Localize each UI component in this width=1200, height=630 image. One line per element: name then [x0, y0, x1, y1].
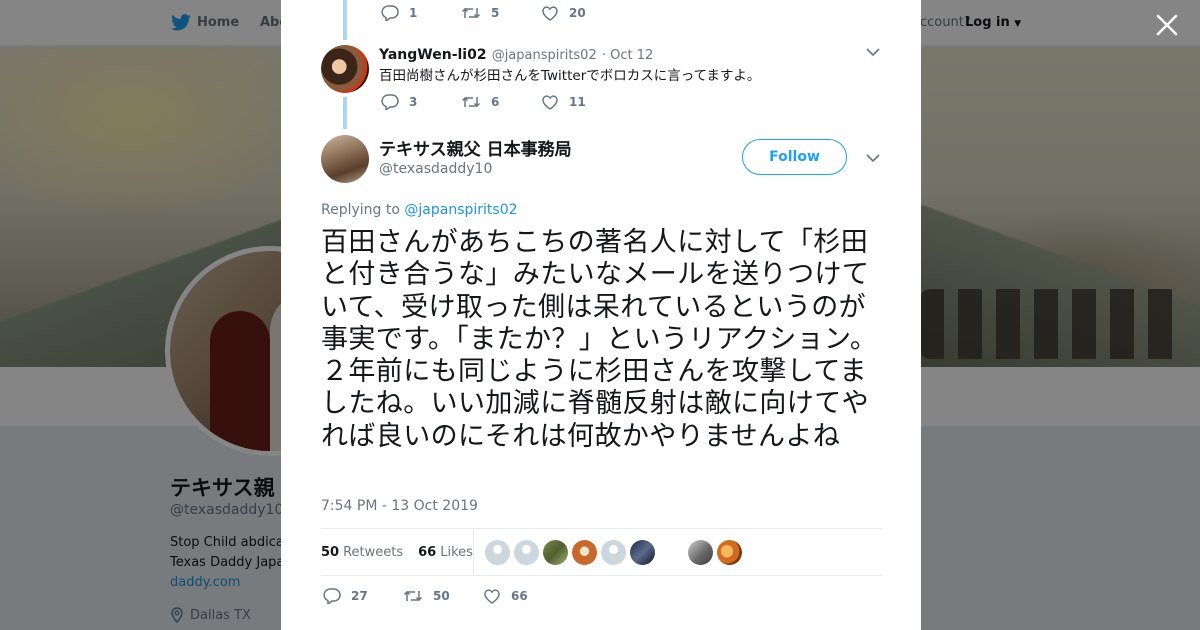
- liker-avatar[interactable]: [688, 540, 713, 565]
- liker-avatar[interactable]: [630, 540, 655, 565]
- retweet-action[interactable]: 50: [403, 588, 483, 604]
- heart-icon: [542, 95, 558, 110]
- like-action[interactable]: 66: [483, 588, 563, 604]
- reply-author-name[interactable]: YangWen-li02: [379, 47, 487, 63]
- reply-author-handle[interactable]: @japanspirits02: [492, 48, 597, 63]
- chevron-down-icon[interactable]: [866, 47, 880, 57]
- retweet-icon: [461, 96, 481, 108]
- divider: [321, 575, 882, 576]
- retweet-count: 50: [433, 589, 450, 603]
- reply-count: 3: [409, 95, 418, 109]
- reply-tweet-header: YangWen-li02 @japanspirits02 · Oct 12: [379, 44, 653, 63]
- reply-icon: [381, 5, 399, 21]
- reply-count: 27: [351, 589, 368, 603]
- retweet-action[interactable]: 6: [461, 94, 541, 110]
- like-count: 11: [569, 95, 586, 109]
- main-author-name[interactable]: テキサス親父 日本事務局: [379, 135, 572, 160]
- reply-tweet-actions: 3 6 11: [381, 94, 621, 110]
- liker-avatar[interactable]: [485, 540, 510, 565]
- chevron-down-icon[interactable]: [866, 153, 880, 163]
- liker-avatar[interactable]: [514, 540, 539, 565]
- tweet-timestamp[interactable]: 7:54 PM - 13 Oct 2019: [321, 498, 478, 514]
- reply-icon: [381, 94, 399, 110]
- likes-total: 66: [418, 544, 437, 560]
- tweet-stats: 50 Retweets 66 Likes: [321, 529, 473, 575]
- main-tweet-actions: 27 50 66: [323, 588, 563, 604]
- main-tweet-text: 百田さんがあちこちの著名人に対して「杉田と付き合うな」みたいなメールを送りつけて…: [321, 227, 878, 452]
- retweet-count: 5: [491, 6, 500, 20]
- thread-connector: [343, 97, 347, 129]
- retweet-action[interactable]: 5: [461, 5, 541, 21]
- prev-tweet-actions: 1 5 20: [381, 5, 621, 21]
- reply-action[interactable]: 27: [323, 588, 403, 604]
- liker-avatar[interactable]: [572, 540, 597, 565]
- replying-to: Replying to @japanspirits02: [321, 202, 518, 218]
- heart-icon: [484, 589, 500, 604]
- likes-stat[interactable]: 66 Likes: [418, 545, 473, 560]
- reply-count: 1: [409, 6, 418, 20]
- likes-label: Likes: [440, 544, 473, 560]
- stats-separator: [473, 529, 474, 575]
- heart-icon: [542, 6, 558, 21]
- close-icon[interactable]: [1154, 12, 1180, 38]
- reply-action[interactable]: 1: [381, 5, 461, 21]
- retweet-count: 6: [491, 95, 500, 109]
- main-author-avatar[interactable]: [321, 135, 369, 183]
- thread-connector: [343, 0, 347, 40]
- liker-avatar[interactable]: [601, 540, 626, 565]
- retweets-stat[interactable]: 50 Retweets: [321, 545, 403, 560]
- like-action[interactable]: 11: [541, 94, 621, 110]
- retweet-icon: [403, 590, 423, 602]
- reply-tweet-text: 百田尚樹さんが杉田さんをTwitterでボロカスに言ってますよ。: [379, 68, 761, 84]
- reply-icon: [323, 588, 341, 604]
- tweet-modal: 1 5 20 YangWen-li02 @japanspirits02 · Oc…: [281, 0, 921, 630]
- retweets-total: 50: [321, 544, 340, 560]
- like-action[interactable]: 20: [541, 5, 621, 21]
- liker-avatar[interactable]: [717, 540, 742, 565]
- retweet-icon: [461, 7, 481, 19]
- reply-action[interactable]: 3: [381, 94, 461, 110]
- reply-author-avatar[interactable]: [321, 45, 369, 93]
- liker-avatar[interactable]: [543, 540, 568, 565]
- like-count: 20: [569, 6, 586, 20]
- reply-tweet-date[interactable]: · Oct 12: [602, 48, 653, 63]
- like-count: 66: [511, 589, 528, 603]
- follow-button[interactable]: Follow: [742, 139, 847, 175]
- replying-to-label: Replying to: [321, 202, 400, 218]
- main-author-handle[interactable]: @texasdaddy10: [379, 161, 492, 177]
- retweets-label: Retweets: [343, 544, 404, 560]
- replying-to-handle-link[interactable]: @japanspirits02: [404, 202, 517, 218]
